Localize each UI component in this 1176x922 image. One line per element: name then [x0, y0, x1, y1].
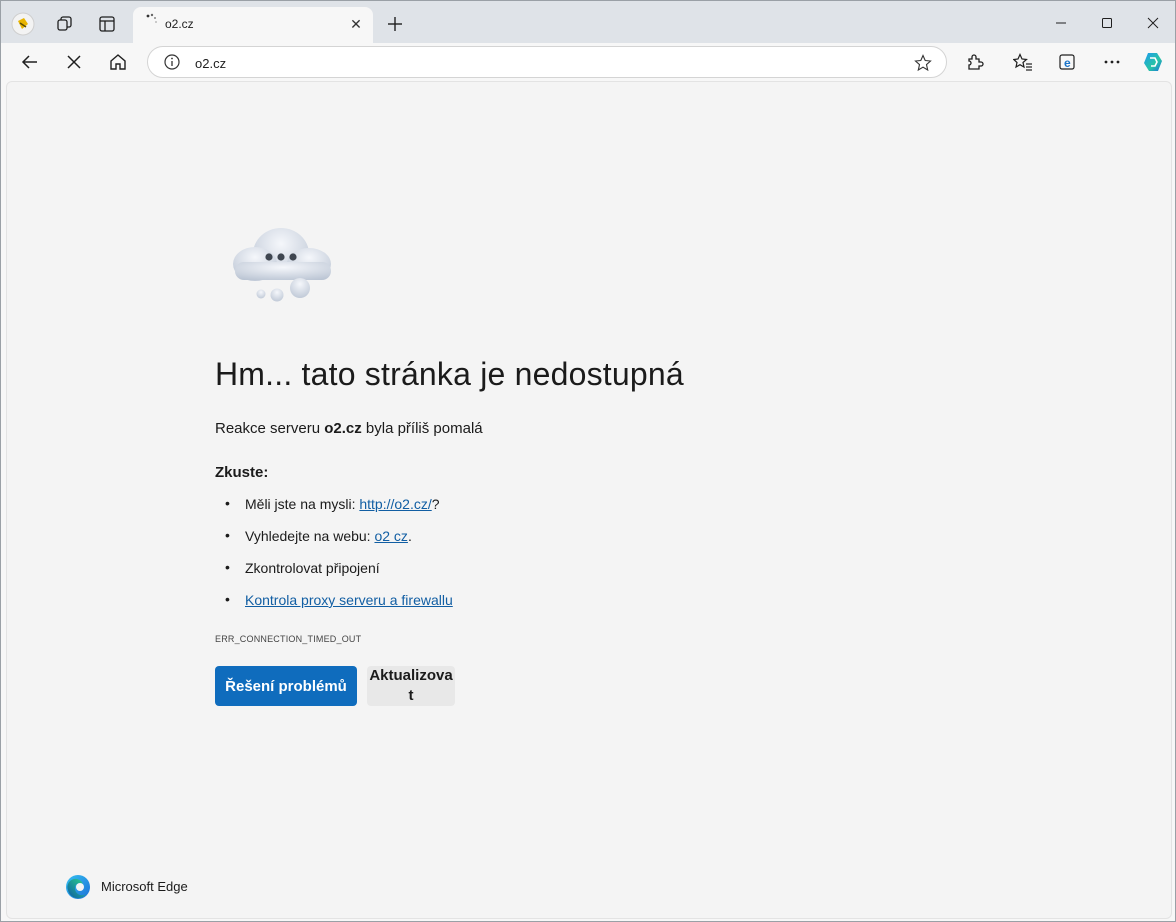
tab-strip: o2.cz ✕ [1, 1, 1175, 43]
navigation-toolbar: o2.cz e [1, 43, 1175, 81]
close-window-icon[interactable] [1130, 9, 1175, 37]
browser-window: o2.cz ✕ o2.cz e Hm... tato stránka je ne… [0, 0, 1176, 922]
web-search-link[interactable]: o2 cz [374, 528, 407, 544]
profile-avatar-icon[interactable] [9, 10, 37, 38]
list-item: Kontrola proxy serveru a firewallu [225, 591, 453, 624]
address-bar[interactable]: o2.cz [147, 46, 947, 78]
suggestion-suffix: ? [431, 496, 440, 512]
refresh-button[interactable]: Aktualizovat [367, 666, 455, 706]
stop-loading-icon[interactable] [60, 48, 88, 76]
error-page: Hm... tato stránka je nedostupná Reakce … [6, 81, 1172, 919]
vertical-tabs-icon[interactable] [93, 10, 121, 38]
error-host: o2.cz [324, 420, 362, 437]
suggested-url-link[interactable]: http://o2.cz/ [359, 496, 431, 512]
more-icon[interactable] [1098, 48, 1126, 76]
star-icon[interactable] [914, 54, 932, 72]
favorites-icon[interactable] [1009, 48, 1037, 76]
page-title: Hm... tato stránka je nedostupná [215, 356, 684, 392]
new-tab-button[interactable] [384, 13, 406, 35]
tab-title: o2.cz [165, 17, 194, 31]
loading-spinner-icon [146, 13, 157, 23]
extensions-icon[interactable] [961, 48, 989, 76]
tab-o2[interactable]: o2.cz ✕ [133, 7, 373, 43]
error-code: ERR_CONNECTION_TIMED_OUT [215, 634, 362, 644]
copilot-icon[interactable] [1139, 48, 1167, 76]
address-url[interactable]: o2.cz [195, 56, 226, 71]
troubleshoot-button[interactable]: Řešení problémů [215, 666, 357, 706]
workspaces-icon[interactable] [51, 10, 79, 38]
suggestion-suffix: . [407, 528, 412, 544]
try-heading: Zkuste: [215, 464, 269, 481]
suggestion-text: Vyhledejte na webu: [245, 528, 375, 544]
proxy-firewall-link[interactable]: Kontrola proxy serveru a firewallu [245, 592, 453, 608]
list-item: Zkontrolovat připojení [225, 559, 453, 592]
svg-text:e: e [1064, 56, 1071, 70]
edge-logo-icon [66, 875, 90, 899]
suggestion-text: Zkontrolovat připojení [245, 560, 380, 576]
tab-close-icon[interactable]: ✕ [347, 15, 365, 33]
ie-mode-icon[interactable]: e [1054, 48, 1082, 76]
suggestions-list: Měli jste na mysli: http://o2.cz/? Vyhle… [225, 495, 453, 624]
list-item: Měli jste na mysli: http://o2.cz/? [225, 495, 453, 528]
suggestion-text: Měli jste na mysli: [245, 496, 360, 512]
edge-branding: Microsoft Edge [65, 874, 265, 900]
maximize-icon[interactable] [1084, 9, 1130, 37]
brand-name: Microsoft Edge [101, 879, 188, 894]
back-arrow-icon[interactable] [16, 48, 44, 76]
list-item: Vyhledejte na webu: o2 cz. [225, 527, 453, 560]
error-description: Reakce serveru o2.cz byla příliš pomalá [215, 420, 483, 437]
error-description-prefix: Reakce serveru [215, 420, 325, 437]
error-description-suffix: byla příliš pomalá [361, 420, 483, 437]
minimize-icon[interactable] [1038, 9, 1084, 37]
cloud-error-icon [233, 228, 331, 302]
site-info-icon[interactable] [164, 54, 180, 70]
home-icon[interactable] [104, 48, 132, 76]
